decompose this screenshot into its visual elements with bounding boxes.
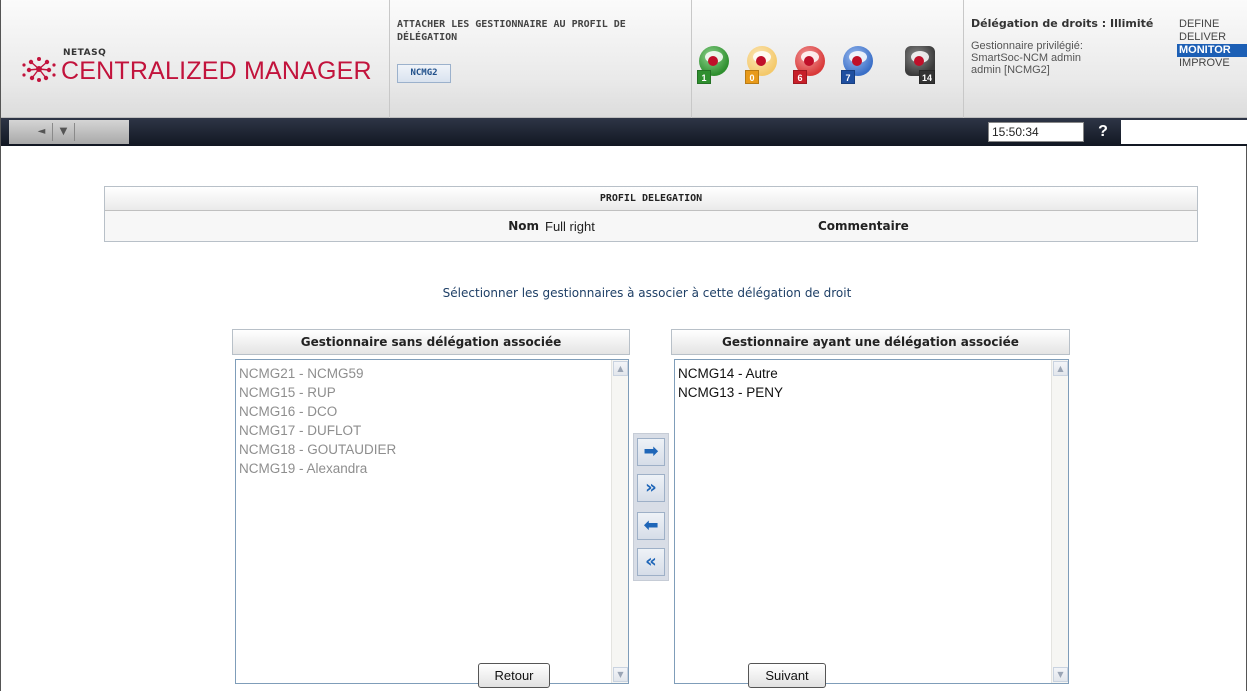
list-item[interactable]: NCMG18 - GOUTAUDIER — [239, 440, 396, 459]
available-managers-header: Gestionnaire sans délégation associée — [232, 329, 630, 355]
scrollbar[interactable]: ▲ ▼ — [611, 360, 628, 683]
back-arrow-icon[interactable]: ◄ — [31, 123, 53, 141]
status-ok-icon[interactable]: 1 — [697, 46, 731, 84]
add-all-arrow-icon[interactable]: » — [637, 474, 665, 502]
add-selected-arrow-icon[interactable]: ➡ — [637, 438, 665, 466]
page-title: ATTACHER LES GESTIONNAIRE AU PROFIL DE D… — [397, 19, 626, 43]
scroll-down-icon[interactable]: ▼ — [613, 667, 628, 682]
context-badge[interactable]: NCMG2 — [397, 64, 451, 83]
delegation-title: Délégation de droits : Illimité — [971, 17, 1154, 30]
app-window: NETASQ CENTRALIZED MANAGER ATTACHER LES … — [0, 0, 1247, 691]
scroll-down-icon[interactable]: ▼ — [1053, 667, 1068, 682]
header-divider — [389, 0, 390, 118]
list-item[interactable]: NCMG16 - DCO — [239, 402, 396, 421]
status-major-icon[interactable]: 6 — [793, 46, 827, 84]
privileged-manager-name: SmartSoc-NCM admin — [971, 52, 1082, 64]
remove-all-arrow-icon[interactable]: « — [637, 548, 665, 576]
list-item[interactable]: NCMG21 - NCMG59 — [239, 364, 396, 383]
available-managers-list[interactable]: NCMG21 - NCMG59 NCMG15 - RUP NCMG16 - DCO N… — [235, 359, 629, 684]
mode-menu: DEFINE DELIVER MONITOR IMPROVE — [1177, 18, 1247, 70]
scroll-up-icon[interactable]: ▲ — [1053, 361, 1068, 376]
logo-burst-icon — [22, 57, 56, 82]
name-value: Full right — [545, 219, 595, 234]
list-item[interactable]: NCMG19 - Alexandra — [239, 459, 396, 478]
toolbar: ◄ ▼ 15:50:34 ? — [1, 118, 1247, 146]
status-minor-icon[interactable]: 0 — [745, 46, 779, 84]
scroll-up-icon[interactable]: ▲ — [613, 361, 628, 376]
delegation-info: Délégation de droits : Illimité Gestionn… — [971, 17, 1171, 76]
profile-panel-title: PROFIL DELEGATION — [105, 187, 1197, 211]
list-item[interactable]: NCMG15 - RUP — [239, 383, 396, 402]
header-bar: NETASQ CENTRALIZED MANAGER ATTACHER LES … — [1, 0, 1247, 118]
status-info-icon[interactable]: 7 — [841, 46, 875, 84]
mode-deliver[interactable]: DELIVER — [1177, 31, 1247, 44]
toolbar-nav-group: ◄ ▼ — [9, 120, 129, 144]
mode-define[interactable]: DEFINE — [1177, 18, 1247, 31]
profile-info-row: Nom Full right Commentaire — [105, 211, 1197, 241]
app-logo: NETASQ CENTRALIZED MANAGER — [19, 44, 389, 94]
dropdown-arrow-icon[interactable]: ▼ — [53, 123, 75, 141]
back-button[interactable]: Retour — [478, 663, 550, 688]
toolbar-search-field[interactable] — [1121, 120, 1247, 144]
status-unknown-icon[interactable]: 14 — [903, 46, 937, 84]
mode-monitor[interactable]: MONITOR — [1177, 44, 1247, 57]
next-button[interactable]: Suivant — [748, 663, 826, 688]
mode-improve[interactable]: IMPROVE — [1177, 57, 1247, 70]
clock-display: 15:50:34 — [988, 122, 1084, 142]
list-item[interactable]: NCMG17 - DUFLOT — [239, 421, 396, 440]
header-divider — [691, 0, 692, 118]
instruction-text: Sélectionner les gestionnaires à associe… — [442, 286, 852, 300]
logo-product-name: CENTRALIZED MANAGER — [61, 57, 372, 85]
assigned-managers-header: Gestionnaire ayant une délégation associ… — [671, 329, 1070, 355]
remove-selected-arrow-icon[interactable]: ⬅ — [637, 512, 665, 540]
status-icon-group: 1 0 6 7 14 — [693, 0, 963, 118]
scrollbar[interactable]: ▲ ▼ — [1051, 360, 1068, 683]
privileged-manager-login: admin [NCMG2] — [971, 64, 1050, 76]
help-icon[interactable]: ? — [1093, 121, 1113, 143]
list-item[interactable]: NCMG13 - PENY — [678, 383, 783, 402]
assigned-managers-list[interactable]: NCMG14 - Autre NCMG13 - PENY ▲ ▼ — [674, 359, 1069, 684]
header-divider — [963, 0, 964, 118]
name-label: Nom — [508, 219, 539, 233]
profile-panel: PROFIL DELEGATION Nom Full right Comment… — [104, 186, 1198, 242]
comment-label: Commentaire — [818, 219, 909, 233]
privileged-manager-label: Gestionnaire privilégié: — [971, 40, 1083, 52]
move-buttons-group: ➡ » ⬅ « — [633, 433, 669, 581]
list-item[interactable]: NCMG14 - Autre — [678, 364, 783, 383]
